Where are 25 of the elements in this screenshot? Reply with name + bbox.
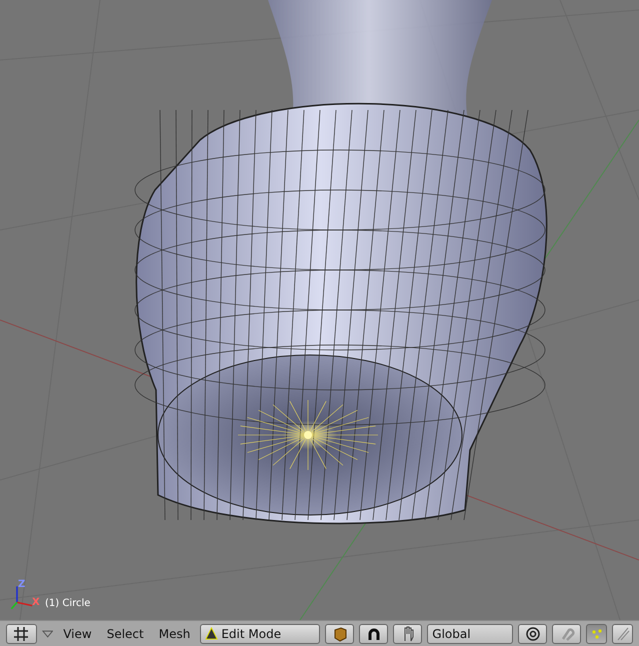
diagonal-line-icon	[616, 626, 630, 640]
proportional-edit-button[interactable]	[518, 624, 548, 644]
menu-item[interactable]: Mesh	[154, 624, 196, 644]
3d-viewport[interactable]: Z X (1) Circle	[0, 0, 639, 620]
cube-icon	[332, 626, 348, 642]
orientation-dropdown[interactable]: Global	[427, 624, 514, 644]
hand-widget-button[interactable]	[393, 624, 422, 644]
mode-dropdown[interactable]: Edit Mode	[200, 624, 320, 644]
editor-type-button[interactable]	[6, 624, 37, 644]
object-label: (1) Circle	[45, 598, 90, 609]
mesh-triangle-icon	[205, 627, 218, 640]
horseshoe-icon	[366, 626, 382, 642]
dots-icon	[590, 626, 604, 640]
menu-item[interactable]: Select	[102, 624, 149, 644]
edge-select-button[interactable]	[612, 624, 634, 644]
vertex-select-button[interactable]	[586, 624, 608, 644]
menu-item[interactable]: View	[58, 624, 97, 644]
grid-icon	[13, 626, 30, 642]
x-axis-label: X	[32, 597, 40, 608]
draw-type-button[interactable]	[325, 624, 354, 644]
collapse-triangle-icon[interactable]	[42, 630, 54, 638]
snap-button[interactable]	[552, 624, 582, 644]
pivot-button[interactable]	[359, 624, 388, 644]
target-icon	[524, 626, 541, 642]
z-axis-label: Z	[18, 579, 26, 590]
